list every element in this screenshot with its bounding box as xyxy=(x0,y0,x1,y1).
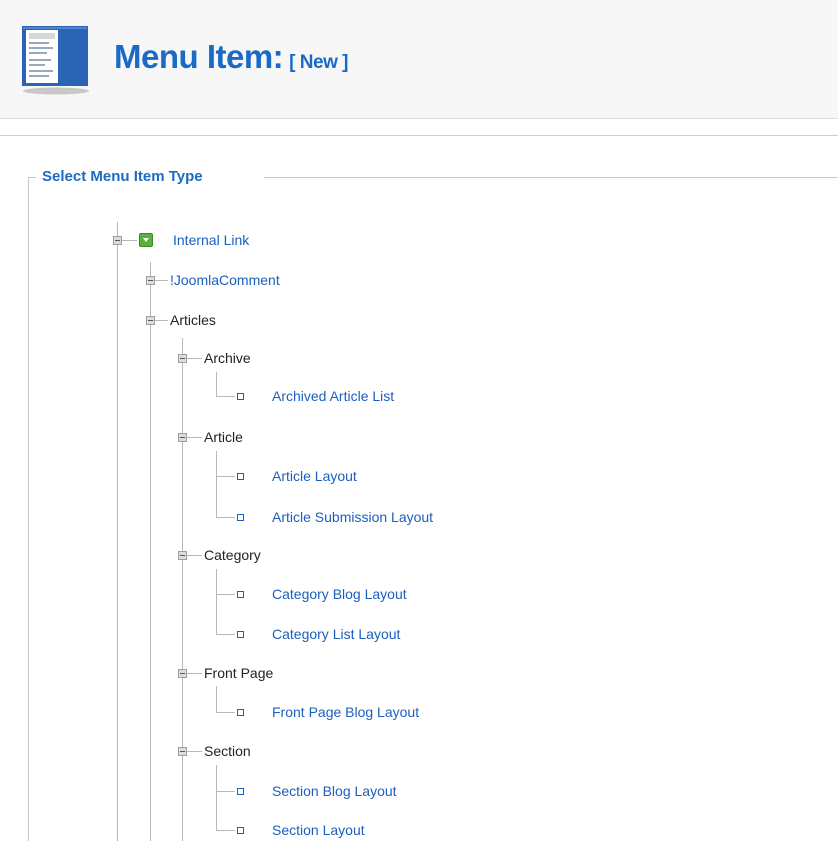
menu-type-category-list-layout[interactable]: Category List Layout xyxy=(272,626,400,642)
fieldset-border xyxy=(28,177,29,841)
menu-type-front-page-blog-layout[interactable]: Front Page Blog Layout xyxy=(272,704,419,720)
menu-type-archived-article-list[interactable]: Archived Article List xyxy=(272,388,394,404)
tree-line xyxy=(216,372,217,396)
leaf-bullet-icon xyxy=(237,514,244,521)
tree-line xyxy=(216,712,235,713)
tree-line xyxy=(216,476,235,477)
leaf-bullet-icon xyxy=(237,631,244,638)
page-title-text: Menu Item: xyxy=(114,38,284,75)
menu-type-category-blog-layout[interactable]: Category Blog Layout xyxy=(272,586,407,602)
page-title: Menu Item:[ New ] xyxy=(114,38,348,76)
collapse-toggle[interactable] xyxy=(178,747,187,756)
tree-line xyxy=(154,280,168,281)
menu-item-icon xyxy=(22,26,89,95)
tree-line xyxy=(216,686,217,713)
menu-type-section-layout[interactable]: Section Layout xyxy=(272,822,365,838)
leaf-bullet-icon xyxy=(237,788,244,795)
tree-line xyxy=(117,222,118,841)
tree-line xyxy=(186,673,202,674)
fieldset-legend: Select Menu Item Type xyxy=(42,168,203,185)
menu-type-section-blog-layout[interactable]: Section Blog Layout xyxy=(272,783,397,799)
tree-line xyxy=(121,240,137,241)
tree-line xyxy=(186,358,202,359)
tree-line xyxy=(182,338,183,841)
fieldset-border xyxy=(28,177,36,178)
tree-node-archive: Archive xyxy=(204,350,251,366)
tree-node-category: Category xyxy=(204,547,261,563)
expand-arrow-icon[interactable] xyxy=(139,233,153,247)
header-divider xyxy=(0,118,838,119)
tree-line xyxy=(216,830,235,831)
tree-node-internal-link[interactable]: Internal Link xyxy=(173,232,249,248)
tree-node-article: Article xyxy=(204,429,243,445)
tree-node-front-page: Front Page xyxy=(204,665,274,681)
leaf-bullet-icon xyxy=(237,827,244,834)
collapse-toggle[interactable] xyxy=(146,316,155,325)
tree-line xyxy=(216,396,235,397)
menu-type-article-layout[interactable]: Article Layout xyxy=(272,468,357,484)
collapse-toggle[interactable] xyxy=(146,276,155,285)
page-subtitle: [ New ] xyxy=(289,52,348,73)
tree-line xyxy=(216,451,217,517)
page-header: Menu Item:[ New ] xyxy=(0,0,838,118)
collapse-toggle[interactable] xyxy=(113,236,122,245)
tree-line xyxy=(154,320,168,321)
collapse-toggle[interactable] xyxy=(178,669,187,678)
leaf-bullet-icon xyxy=(237,591,244,598)
tree-line xyxy=(186,751,202,752)
tree-line xyxy=(150,262,151,841)
tree-line xyxy=(186,555,202,556)
collapse-toggle[interactable] xyxy=(178,433,187,442)
tree-line xyxy=(216,634,235,635)
leaf-bullet-icon xyxy=(237,393,244,400)
tree-line xyxy=(216,569,217,635)
fieldset-border xyxy=(264,177,838,178)
toolbar-divider xyxy=(0,135,838,136)
leaf-bullet-icon xyxy=(237,473,244,480)
tree-line xyxy=(216,517,235,518)
tree-node-section: Section xyxy=(204,743,251,759)
collapse-toggle[interactable] xyxy=(178,551,187,560)
tree-line xyxy=(186,437,202,438)
collapse-toggle[interactable] xyxy=(178,354,187,363)
tree-node-articles: Articles xyxy=(170,312,216,328)
menu-type-article-submission-layout[interactable]: Article Submission Layout xyxy=(272,509,433,525)
tree-line xyxy=(216,765,217,831)
tree-line xyxy=(216,791,235,792)
tree-line xyxy=(216,594,235,595)
leaf-bullet-icon xyxy=(237,709,244,716)
tree-node-joomla-comment[interactable]: !JoomlaComment xyxy=(170,272,280,288)
